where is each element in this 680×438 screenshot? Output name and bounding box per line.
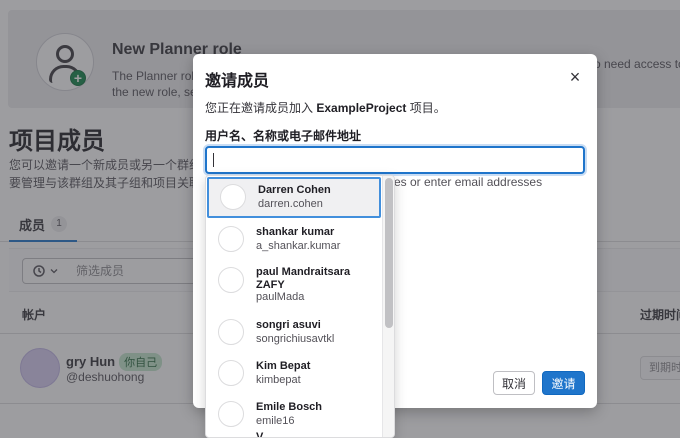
list-item[interactable]: Darren Cohen darren.cohen <box>207 177 381 218</box>
invite-button[interactable]: 邀请 <box>542 371 585 395</box>
invite-members-input[interactable] <box>205 146 585 174</box>
list-item[interactable]: Emile Bosch emile16 <box>206 394 382 435</box>
dropdown-scrollbar-thumb[interactable] <box>385 178 393 328</box>
suggestion-handle: paulMada <box>256 291 305 303</box>
list-item[interactable]: paul Mandraitsara ZAFY paulMada <box>206 259 382 309</box>
suggestion-name: songri asuvi <box>256 319 321 331</box>
avatar <box>218 267 244 293</box>
list-item[interactable]: Kim Bepat kimbepat <box>206 353 382 394</box>
avatar <box>218 226 244 252</box>
suggestion-name: Emile Bosch <box>256 401 323 413</box>
intro-suffix: 项目。 <box>406 101 446 115</box>
suggestion-name: paul Mandraitsara ZAFY <box>256 266 351 291</box>
avatar <box>218 360 244 386</box>
suggestion-handle: emile16 <box>256 415 295 427</box>
cancel-button[interactable]: 取消 <box>493 371 535 395</box>
suggestion-handle: darren.cohen <box>258 198 323 210</box>
intro-prefix: 您正在邀请成员加入 <box>205 101 317 115</box>
avatar <box>218 401 244 427</box>
list-item[interactable]: shankar kumar a_shankar.kumar <box>206 219 382 260</box>
suggestion-handle: songrichiusavtkl <box>256 333 335 345</box>
invite-field-label: 用户名、名称或电子邮件地址 <box>205 129 362 143</box>
intro-project-name: ExampleProject <box>316 101 407 115</box>
avatar <box>218 319 244 345</box>
suggestion-handle: a_shankar.kumar <box>256 240 341 252</box>
modal-intro: 您正在邀请成员加入 ExampleProject 项目。 <box>205 99 446 116</box>
list-item[interactable]: songri asuvi songrichiusavtkl <box>206 312 382 353</box>
suggestion-name: shankar kumar <box>256 226 335 238</box>
text-caret <box>213 153 214 167</box>
close-icon[interactable]: × <box>563 66 587 90</box>
avatar <box>220 184 246 210</box>
suggestion-name-partial: V <box>256 431 264 438</box>
suggestion-name: Darren Cohen <box>258 184 331 196</box>
invite-field-hint: es or enter email addresses <box>394 175 543 189</box>
modal-title: 邀请成员 <box>205 73 270 90</box>
user-suggestions-dropdown: Darren Cohen darren.cohen shankar kumar … <box>205 175 395 438</box>
suggestion-name: Kim Bepat <box>256 360 311 372</box>
suggestion-handle: kimbepat <box>256 374 301 386</box>
